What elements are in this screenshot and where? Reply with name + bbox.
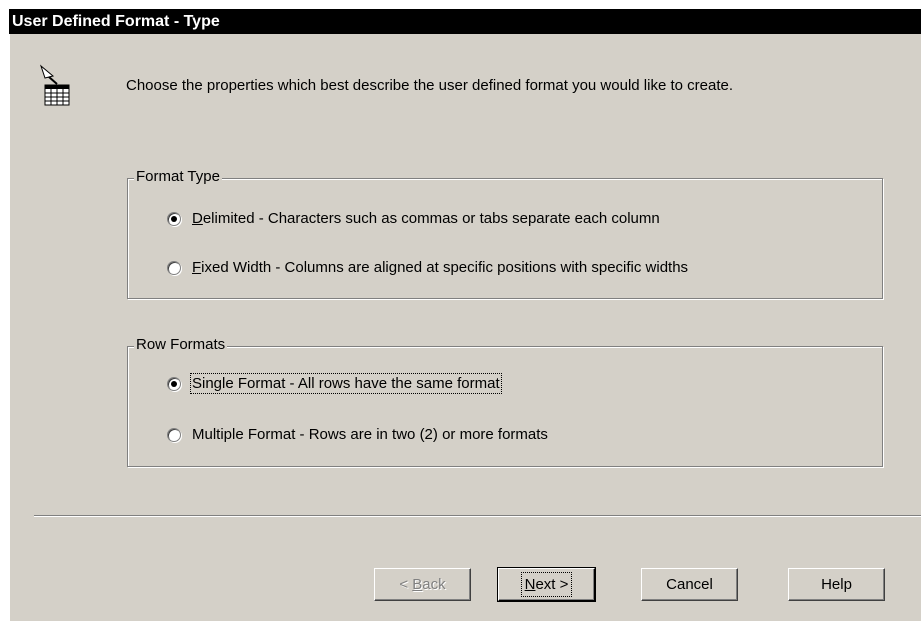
radio-fixed-width[interactable]: Fixed Width - Columns are aligned at spe… xyxy=(167,259,688,276)
radio-multiple-format[interactable]: Multiple Format - Rows are in two (2) or… xyxy=(167,426,548,443)
radio-delimited-label: Delimited - Characters such as commas or… xyxy=(192,210,660,227)
row-formats-group: Row Formats Single Format - All rows hav… xyxy=(127,336,883,467)
dialog-title: User Defined Format - Type xyxy=(9,9,921,34)
format-type-group: Format Type Delimited - Characters such … xyxy=(127,168,883,299)
radio-single-format-label: Single Format - All rows have the same f… xyxy=(190,373,502,394)
radio-button-selected[interactable] xyxy=(167,211,181,226)
radio-button[interactable] xyxy=(167,427,181,442)
intro-text: Choose the properties which best describ… xyxy=(126,77,734,94)
help-button[interactable]: Help xyxy=(788,568,885,601)
format-type-legend: Format Type xyxy=(134,168,222,186)
radio-button[interactable] xyxy=(167,260,181,275)
radio-fixed-width-label: Fixed Width - Columns are aligned at spe… xyxy=(192,259,689,276)
row-formats-legend: Row Formats xyxy=(134,336,228,354)
cancel-button[interactable]: Cancel xyxy=(641,568,738,601)
next-button[interactable]: Next > xyxy=(497,567,596,602)
radio-delimited[interactable]: Delimited - Characters such as commas or… xyxy=(167,210,660,227)
wizard-dialog: User Defined Format - Type Choose the pr… xyxy=(9,9,921,621)
table-wizard-icon xyxy=(39,64,70,106)
radio-multiple-format-label: Multiple Format - Rows are in two (2) or… xyxy=(192,426,548,443)
back-button[interactable]: < Back xyxy=(374,568,471,601)
radio-single-format[interactable]: Single Format - All rows have the same f… xyxy=(167,373,502,394)
radio-button-selected[interactable] xyxy=(167,376,181,391)
separator xyxy=(34,515,921,517)
